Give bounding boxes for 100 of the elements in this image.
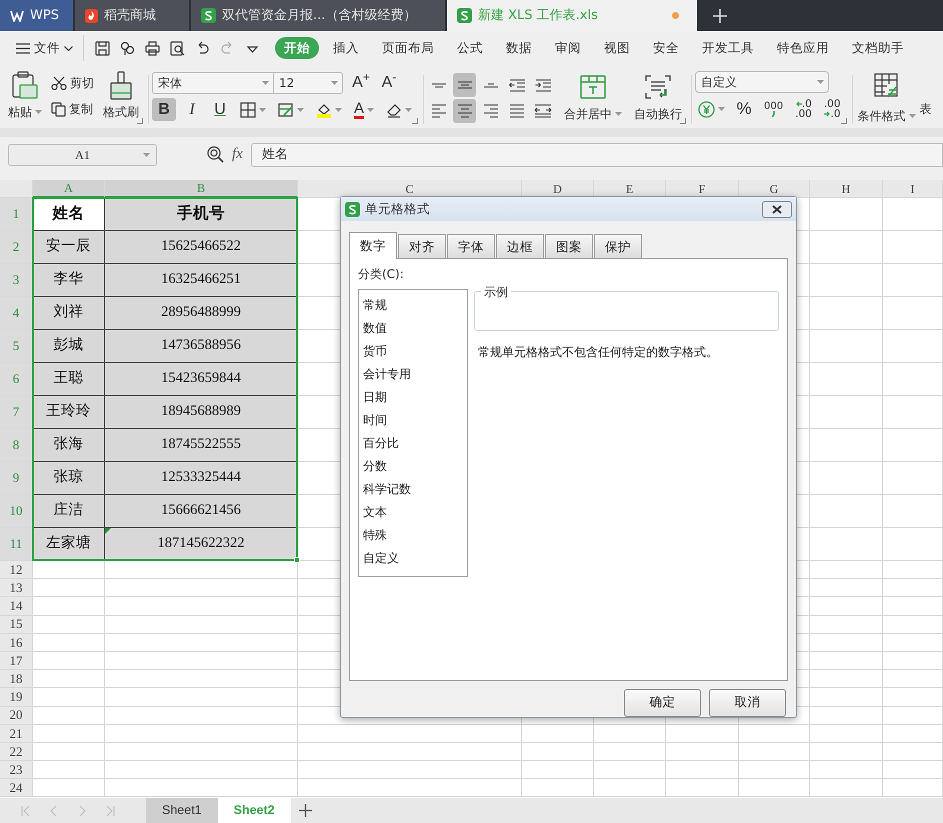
file-menu[interactable]: 文件 — [12, 36, 77, 60]
row-header[interactable]: 20 — [0, 706, 33, 725]
category-item[interactable]: 分数 — [359, 454, 467, 478]
category-item[interactable]: 常规 — [359, 294, 467, 317]
dialog-tab[interactable]: 字体 — [447, 234, 495, 258]
bold-button[interactable]: B — [152, 98, 176, 121]
category-item[interactable]: 自定义 — [359, 546, 467, 570]
close-button[interactable] — [762, 200, 792, 218]
menu-tab[interactable]: 插入 — [324, 36, 368, 60]
category-list[interactable]: 常规 数值 货币 会计专用 日期 时间 百分比 分数 科学记数 文本 特殊 自定义 — [358, 288, 468, 577]
font-color-button[interactable]: A — [350, 100, 378, 118]
menu-tab[interactable]: 开发工具 — [693, 36, 763, 60]
copy-button[interactable]: 复制 — [48, 99, 97, 119]
decrease-decimal-button[interactable]: .00 .0 — [820, 97, 845, 121]
row-header[interactable]: 13 — [0, 579, 33, 598]
menu-tab[interactable]: 数据 — [497, 36, 541, 60]
cut-button[interactable]: 剪切 — [48, 73, 97, 93]
column-header[interactable]: I — [883, 180, 943, 198]
cell-style-icon[interactable] — [278, 102, 294, 118]
category-item[interactable]: 特殊 — [359, 524, 467, 547]
conditional-format-button[interactable]: 条件格式 — [856, 69, 918, 128]
row-header[interactable]: 12 — [0, 561, 33, 580]
launcher-icon[interactable] — [412, 118, 418, 124]
category-item[interactable]: 文本 — [359, 500, 467, 524]
print-preview-icon[interactable] — [170, 40, 185, 56]
borders-icon[interactable] — [240, 102, 256, 118]
launcher-icon[interactable] — [680, 118, 686, 124]
new-tab-icon[interactable] — [713, 8, 727, 22]
thousands-separator-button[interactable]: 000 — [760, 100, 788, 118]
font-select[interactable]: 宋体 — [152, 72, 274, 94]
caret-icon — [331, 80, 338, 84]
function-label[interactable]: fx — [232, 143, 243, 166]
italic-button[interactable]: I — [180, 98, 204, 121]
row-header[interactable]: 14 — [0, 597, 33, 616]
menu-tab[interactable]: 页面布局 — [373, 36, 443, 60]
dialog-tab[interactable]: 边框 — [496, 234, 544, 258]
align-middle-button[interactable] — [453, 73, 476, 97]
sheet-tab[interactable]: Sheet1 — [146, 798, 218, 823]
fill-color-icon[interactable] — [316, 102, 332, 118]
menu-tab[interactable]: 视图 — [595, 36, 639, 60]
grow-font-button[interactable]: A$^{+}$ — [349, 71, 373, 94]
column-header[interactable]: G — [739, 180, 810, 198]
eraser-icon[interactable] — [386, 102, 402, 118]
column-header[interactable]: H — [810, 180, 883, 198]
row-header[interactable]: 24 — [0, 779, 33, 798]
menu-tab[interactable]: 安全 — [644, 36, 688, 60]
zoom-icon[interactable] — [207, 146, 224, 163]
underline-button[interactable]: U — [208, 98, 232, 121]
row-header[interactable]: 22 — [0, 742, 33, 762]
launcher-icon[interactable] — [840, 118, 847, 124]
dialog-button[interactable]: 取消 — [709, 688, 786, 717]
menu-tab[interactable]: 特色应用 — [768, 36, 838, 60]
category-item[interactable]: 货币 — [359, 340, 467, 363]
increase-decimal-button[interactable]: .0 .00 — [791, 97, 816, 121]
row-header[interactable]: 19 — [0, 688, 33, 706]
conditional-format-icon — [874, 73, 900, 99]
number-format-select[interactable]: 自定义 — [695, 71, 830, 93]
table-style-button[interactable]: 表 — [918, 99, 935, 119]
column-header[interactable]: C — [298, 180, 522, 198]
name-box[interactable]: A1 — [8, 144, 157, 166]
dialog-button[interactable]: 确定 — [624, 688, 701, 717]
tab[interactable]: 稻壳商城 — [75, 0, 189, 31]
row-header[interactable]: 18 — [0, 670, 33, 688]
menu-tab[interactable]: 文档助手 — [843, 36, 913, 60]
font-size-select[interactable]: 12 — [274, 72, 343, 94]
row-header[interactable]: 16 — [0, 634, 33, 652]
percent-button[interactable]: % — [732, 98, 756, 120]
merge-center-button[interactable]: 合并居中 — [562, 69, 624, 128]
dialog-tab[interactable]: 数字 — [349, 232, 397, 259]
fill-handle[interactable] — [294, 557, 300, 563]
launcher-icon[interactable] — [137, 118, 143, 124]
formula-field[interactable]: 姓名 — [250, 142, 943, 166]
align-center-button[interactable] — [453, 99, 476, 123]
shrink-font-button[interactable]: A$^{-}$ — [377, 71, 401, 94]
paste-button[interactable]: 粘贴 — [6, 69, 44, 128]
category-item[interactable]: 百分比 — [359, 432, 467, 455]
dialog-tab[interactable]: 保护 — [594, 234, 642, 258]
category-item[interactable]: 时间 — [359, 408, 467, 432]
print-icon[interactable] — [145, 40, 160, 56]
row-header[interactable]: 21 — [0, 724, 33, 743]
row-header[interactable]: 17 — [0, 652, 33, 670]
tab[interactable]: WPS — [0, 0, 73, 31]
category-item[interactable]: 会计专用 — [359, 362, 467, 386]
row-header[interactable]: 23 — [0, 761, 33, 780]
caret-icon — [335, 108, 342, 112]
wrap-text-button[interactable]: 自动换行 — [632, 69, 684, 128]
arrow-icon — [824, 111, 830, 117]
dialog-tab[interactable]: 对齐 — [398, 234, 446, 258]
align-right-icon — [482, 104, 499, 118]
category-item[interactable]: 日期 — [359, 386, 467, 409]
tab[interactable]: 双代管资金月报...（含村级经费） — [191, 0, 445, 31]
row-header[interactable]: 15 — [0, 616, 33, 634]
format-painter-button[interactable]: 格式刷 — [101, 69, 141, 128]
menu-tab[interactable]: 公式 — [448, 36, 492, 60]
dialog-tab[interactable]: 图案 — [545, 234, 593, 258]
add-sheet-icon[interactable] — [298, 804, 312, 817]
save-icon[interactable] — [95, 40, 110, 56]
category-item[interactable]: 科学记数 — [359, 478, 467, 501]
menu-tab[interactable]: 审阅 — [546, 36, 590, 60]
category-item[interactable]: 数值 — [359, 316, 467, 340]
